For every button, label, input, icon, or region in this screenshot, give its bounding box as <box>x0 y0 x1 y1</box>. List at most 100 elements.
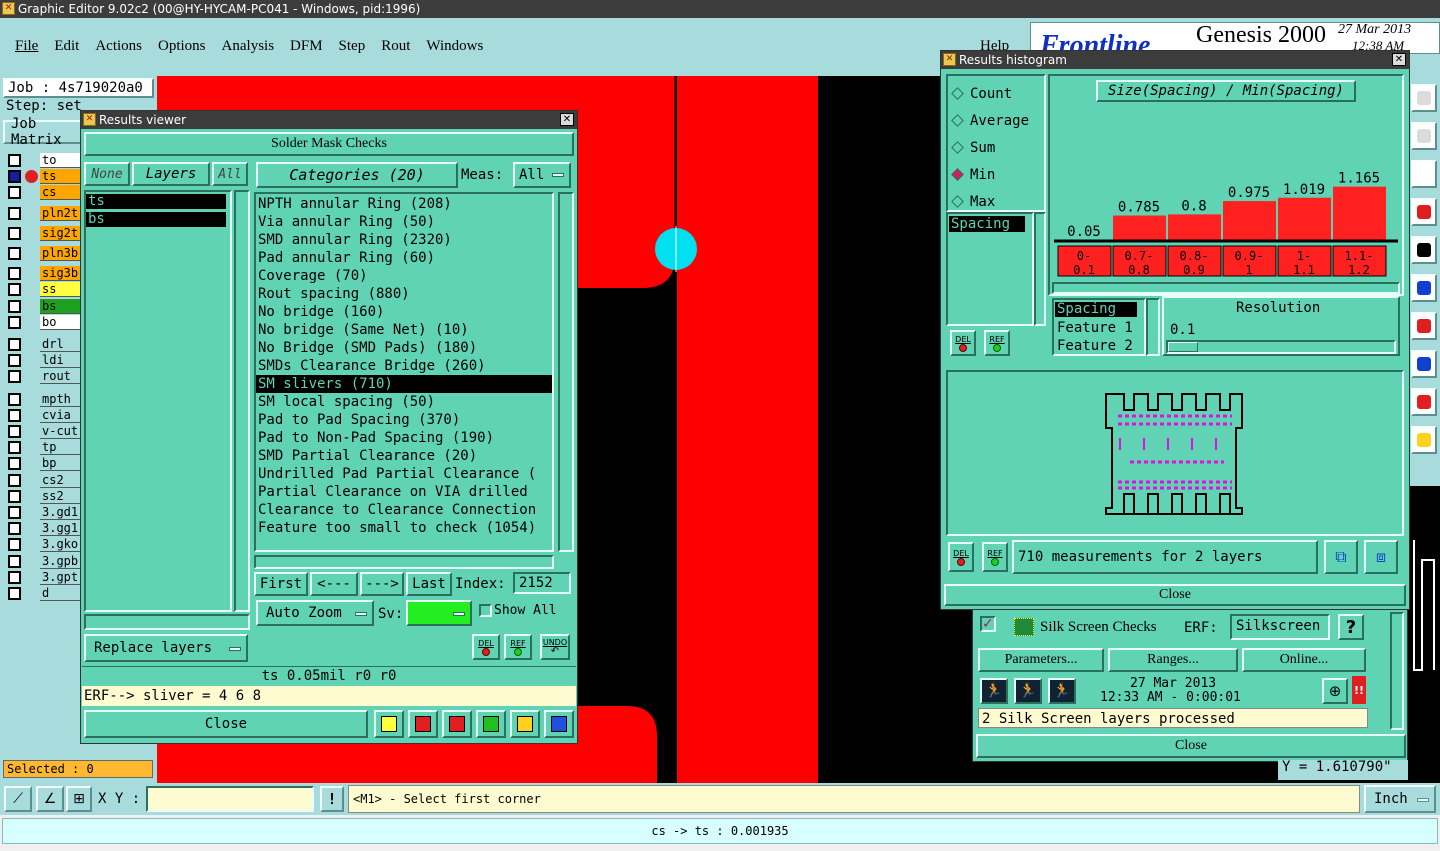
category-item[interactable]: Coverage (70) <box>256 267 552 285</box>
layer-checkbox[interactable] <box>8 170 21 184</box>
layer-name[interactable]: bo <box>40 314 82 330</box>
close-window-button[interactable]: ✕ <box>1392 53 1406 66</box>
first-button[interactable]: First <box>254 572 308 596</box>
layer-name[interactable]: mpth <box>40 391 82 407</box>
silk-screen-checkbox[interactable]: ✓ <box>980 616 996 632</box>
all-button[interactable]: All <box>212 162 248 186</box>
layer-row[interactable]: sig3b <box>6 266 82 282</box>
resolution-slider[interactable] <box>1166 340 1396 354</box>
run-icon-2[interactable]: 🏃 <box>1014 678 1042 704</box>
layer-checkbox[interactable] <box>8 299 21 313</box>
aggregate-option-min[interactable]: Min <box>950 161 1042 188</box>
hist-del-button[interactable]: DEL <box>950 330 976 356</box>
shape-icon[interactable] <box>1411 350 1437 378</box>
layer-name[interactable]: tp <box>40 440 82 456</box>
close-button[interactable]: Close <box>84 710 368 738</box>
layer-checkbox[interactable] <box>8 247 21 260</box>
layer-name[interactable]: pln2t <box>40 205 82 221</box>
layer-checkbox[interactable] <box>8 408 21 422</box>
layer-row[interactable]: bo <box>6 314 82 330</box>
run-icon-3[interactable]: 🏃 <box>1048 678 1076 704</box>
attr-scrollbar[interactable] <box>1034 212 1046 326</box>
menu-analysis[interactable]: Analysis <box>222 38 275 55</box>
help-icon[interactable] <box>1411 160 1437 188</box>
online-button[interactable]: Online... <box>1242 648 1366 672</box>
layer-name[interactable]: cs <box>40 185 82 201</box>
radio-icon[interactable] <box>951 87 964 100</box>
attr-spacing[interactable]: Spacing <box>949 216 1025 232</box>
layer-row[interactable]: v-cut <box>6 424 82 439</box>
index-input[interactable]: 2152 <box>513 572 571 594</box>
layer-checkbox[interactable] <box>8 457 21 471</box>
parameters-button[interactable]: Parameters... <box>978 648 1104 672</box>
next-result-icon[interactable] <box>408 710 438 738</box>
measure-tool-icon[interactable] <box>1411 198 1437 226</box>
layer-name[interactable]: 3.gg1 <box>40 521 82 537</box>
sv-color-select[interactable] <box>406 600 472 626</box>
histogram-close-button[interactable]: Close <box>944 584 1406 606</box>
zoom-out-icon[interactable]: ⧈ <box>1364 540 1398 574</box>
auto-zoom-select[interactable]: Auto Zoom <box>256 600 374 626</box>
meas-select[interactable]: All <box>513 162 571 188</box>
layer-name[interactable]: pln3b <box>40 246 82 261</box>
layer-row[interactable]: rout <box>6 369 82 385</box>
sort-scrollbar[interactable] <box>1146 298 1160 356</box>
menu-windows[interactable]: Windows <box>426 38 483 55</box>
layer-row[interactable]: 3.gd1 <box>6 505 82 520</box>
layer-name[interactable]: 3.gpb <box>40 553 82 569</box>
job-matrix-button[interactable]: Job Matrix <box>3 116 83 148</box>
category-item[interactable]: SMDs Clearance Bridge (260) <box>256 357 552 375</box>
prev-button[interactable]: <--- <box>310 572 358 596</box>
next-button[interactable]: ---> <box>360 572 404 596</box>
aggregate-option-count[interactable]: Count <box>950 80 1042 107</box>
layer-row[interactable]: cs <box>6 185 82 201</box>
silk-close-button[interactable]: Close <box>976 734 1406 758</box>
menu-actions[interactable]: Actions <box>95 38 142 55</box>
layer-checkbox[interactable] <box>8 441 21 455</box>
report-icon[interactable] <box>510 710 540 738</box>
category-item[interactable]: No Bridge (SMD Pads) (180) <box>256 339 552 357</box>
layer-row[interactable]: bp <box>6 456 82 472</box>
zoom-icon[interactable]: ⊕ <box>1322 678 1348 704</box>
layer-row[interactable]: to <box>6 153 82 168</box>
layer-checkbox[interactable] <box>8 473 21 487</box>
category-item[interactable]: No bridge (160) <box>256 303 552 321</box>
layers-button[interactable]: Layers <box>132 162 210 186</box>
none-button[interactable]: None <box>84 162 130 186</box>
radio-icon[interactable] <box>951 141 964 154</box>
layer-checkbox[interactable] <box>8 354 21 368</box>
layer-row[interactable]: 3.gpt <box>6 569 82 585</box>
category-item[interactable]: Via annular Ring (50) <box>256 213 552 231</box>
draw-line-icon[interactable]: ⟋ <box>4 786 32 812</box>
show-all-checkbox[interactable] <box>479 604 492 617</box>
undo-shape-icon[interactable] <box>1411 388 1437 416</box>
category-item[interactable]: Rout spacing (880) <box>256 285 552 303</box>
histogram-hscrollbar[interactable] <box>1052 282 1400 294</box>
chart-icon[interactable] <box>544 710 574 738</box>
layer-checkbox[interactable] <box>8 570 21 584</box>
sort-spacing[interactable]: Spacing <box>1055 302 1137 317</box>
layer-checkbox[interactable] <box>8 506 21 519</box>
layer-list-hscrollbar[interactable] <box>84 614 250 630</box>
menu-edit[interactable]: Edit <box>54 38 79 55</box>
layer-row[interactable]: pln3b <box>6 246 82 261</box>
layers-icon[interactable] <box>1411 274 1437 302</box>
category-item[interactable]: SM slivers (710) <box>256 375 552 393</box>
del-button[interactable]: DEL <box>472 634 500 660</box>
aggregate-option-average[interactable]: Average <box>950 107 1042 134</box>
list-icon[interactable] <box>1411 84 1437 112</box>
layer-checkbox[interactable] <box>8 522 21 536</box>
preview-ref-button[interactable]: REF <box>982 542 1008 572</box>
category-item[interactable]: Feature too small to check (1054) <box>256 519 552 537</box>
aggregate-option-sum[interactable]: Sum <box>950 134 1042 161</box>
layer-checkbox[interactable] <box>8 587 21 600</box>
aggregate-option-max[interactable]: Max <box>950 188 1042 215</box>
replace-layers-select[interactable]: Replace layers <box>84 634 248 662</box>
layer-name[interactable]: cs2 <box>40 472 82 488</box>
layer-checkbox[interactable] <box>8 392 21 406</box>
category-item[interactable]: SMD annular Ring (2320) <box>256 231 552 249</box>
units-select[interactable]: Inch <box>1364 785 1436 813</box>
categories-scrollbar[interactable] <box>558 192 574 552</box>
layer-name[interactable]: sig2t <box>40 225 82 241</box>
layer-row[interactable]: cvia <box>6 407 82 423</box>
